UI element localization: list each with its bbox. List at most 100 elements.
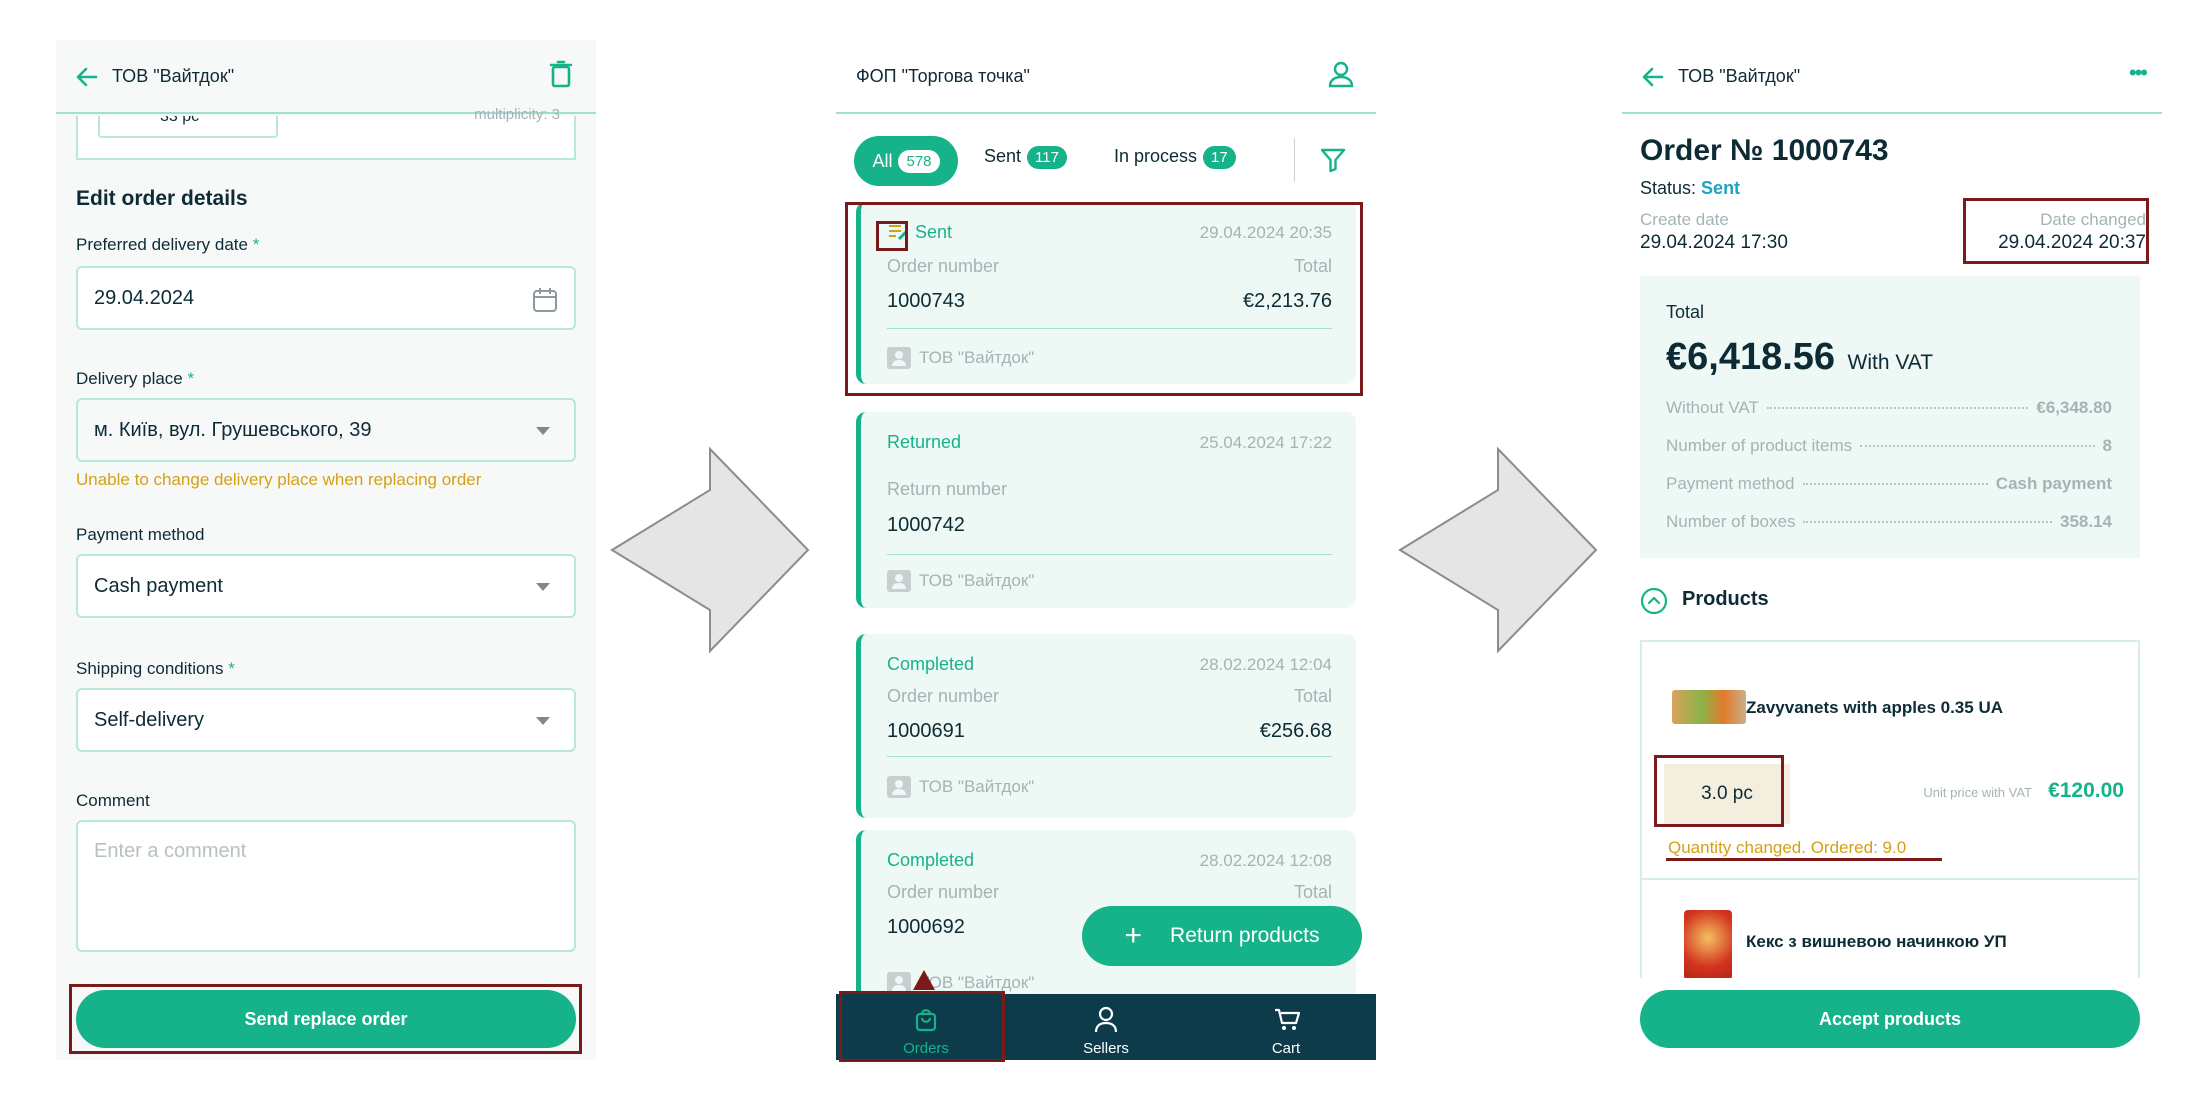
order-total-label: Total — [1293, 882, 1332, 902]
order-seller: ТОВ "Вайтдок" — [919, 571, 1035, 590]
calendar-icon[interactable] — [532, 287, 558, 313]
highlight-first-order — [845, 202, 1363, 396]
orders-header: ФОП "Торгова точка" — [836, 40, 1376, 114]
accept-products-button[interactable]: Accept products — [1640, 990, 2140, 1048]
comment-label: Comment — [76, 791, 150, 810]
filter-all-count: 578 — [898, 149, 940, 173]
flow-arrow-icon — [610, 446, 810, 654]
order-card[interactable]: Completed 28.02.2024 12:04 Order number … — [856, 634, 1356, 818]
required-mark: * — [252, 235, 260, 254]
comment-placeholder: Enter a comment — [94, 840, 247, 862]
highlight-pointer — [913, 970, 935, 990]
back-arrow-icon[interactable] — [1642, 66, 1664, 88]
order-date: 28.02.2024 12:04 — [1199, 655, 1332, 674]
filter-in-process-count: 17 — [1203, 146, 1236, 169]
unit-price: €120.00 — [2048, 779, 2124, 802]
more-icon[interactable]: ••• — [2129, 60, 2148, 86]
order-number: 1000692 — [887, 916, 965, 938]
create-date-value: 29.04.2024 17:30 — [1640, 232, 1788, 253]
filter-chip-sent[interactable]: Sent 117 — [984, 146, 1067, 169]
leader-dots — [1803, 521, 2052, 523]
total-amount-value: €6,418.56 — [1666, 336, 1836, 378]
summary-row: Without VAT €6,348.80 — [1666, 398, 2112, 418]
section-title: Edit order details — [76, 187, 248, 210]
order-number-label: Order number — [887, 882, 1000, 902]
summary-value: 8 — [2102, 436, 2112, 455]
payment-method-select[interactable]: Cash payment — [76, 554, 576, 618]
comment-textarea[interactable]: Enter a comment — [76, 820, 576, 952]
summary-row: Number of boxes 358.14 — [1666, 512, 2112, 532]
delivery-date-value: 29.04.2024 — [94, 286, 195, 309]
card-divider — [887, 554, 1332, 555]
summary-value: Cash payment — [1995, 474, 2112, 493]
filter-icon[interactable] — [1320, 147, 1346, 173]
payment-method-value: Cash payment — [94, 574, 223, 597]
product-item: Кекс з вишневою начинкою УП — [1640, 878, 2140, 980]
header-title: ФОП "Торгова точка" — [856, 66, 1030, 86]
summary-label: Payment method — [1666, 474, 1795, 493]
stepper-value: 33 pc — [160, 116, 200, 125]
delivery-place-value: м. Київ, вул. Грушевського, 39 — [94, 418, 372, 441]
card-divider — [887, 756, 1332, 757]
product-name: Zavyvanets with apples 0.35 UA — [1746, 698, 2003, 717]
person-icon — [1094, 1006, 1118, 1033]
seller-avatar-icon — [887, 570, 911, 592]
chevron-down-icon — [536, 427, 550, 435]
plus-icon: + — [1124, 919, 1143, 952]
total-panel: Total €6,418.56 With VAT Without VAT €6,3… — [1640, 276, 2140, 558]
unit-price-label: Unit price with VAT — [1923, 785, 2032, 800]
status-label: Status: — [1640, 178, 1697, 198]
seller-avatar-icon — [887, 776, 911, 798]
edit-order-header: ТОВ "Вайтдок" — [56, 40, 596, 114]
leader-dots — [1802, 483, 1988, 485]
flow-arrow-icon — [1398, 446, 1598, 654]
quantity-stepper[interactable]: 33 pc — [98, 116, 278, 138]
order-card[interactable]: Returned 25.04.2024 17:22 Return number … — [856, 412, 1356, 608]
delivery-place-label: Delivery place * — [76, 369, 194, 389]
order-number-label: Order number — [887, 686, 1000, 706]
trash-icon[interactable] — [550, 60, 572, 88]
filter-all-label: All — [872, 150, 893, 171]
return-products-button[interactable]: + Return products — [1082, 906, 1362, 966]
highlight-quantity — [1654, 755, 1784, 827]
cart-icon — [1275, 1008, 1300, 1030]
return-number-label: Return number — [887, 479, 1008, 499]
delivery-date-field[interactable]: 29.04.2024 — [76, 266, 576, 330]
filter-chip-all[interactable]: All 578 — [854, 136, 958, 186]
nav-cart-label: Cart — [1271, 1040, 1301, 1057]
order-details-header: ТОВ "Вайтдок" ••• — [1622, 40, 2162, 114]
summary-label: Number of boxes — [1666, 512, 1796, 531]
shipping-label-text: Shipping conditions — [76, 659, 224, 678]
delivery-date-label: Preferred delivery date * — [76, 235, 259, 255]
chevron-up-icon — [1640, 587, 1668, 615]
leader-dots — [1860, 445, 2095, 447]
leader-dots — [1766, 407, 2029, 409]
product-name: Кекс з вишневою начинкою УП — [1746, 932, 2007, 951]
order-date: 28.02.2024 12:08 — [1199, 851, 1332, 870]
filter-chip-in-process[interactable]: In process 17 — [1114, 146, 1236, 169]
highlight-date-changed — [1963, 198, 2149, 264]
order-status-line: Status: Sent — [1640, 178, 1740, 199]
shipping-select[interactable]: Self-delivery — [76, 688, 576, 752]
chevron-down-icon — [536, 583, 550, 591]
summary-label: Without VAT — [1666, 398, 1759, 417]
delivery-place-warning: Unable to change delivery place when rep… — [76, 470, 482, 489]
nav-item-sellers[interactable]: Sellers — [1056, 994, 1156, 1060]
nav-item-cart[interactable]: Cart — [1236, 994, 1336, 1060]
profile-icon[interactable] — [1328, 60, 1354, 88]
total-label: Total — [1666, 302, 1705, 322]
order-seller: ТОВ "Вайтдок" — [919, 777, 1035, 796]
payment-method-label: Payment method — [76, 525, 205, 544]
highlight-send-button — [69, 984, 582, 1054]
order-date: 25.04.2024 17:22 — [1199, 433, 1332, 452]
header-title: ТОВ "Вайтдок" — [1678, 66, 1801, 86]
nav-sellers-label: Sellers — [1083, 1040, 1129, 1057]
delivery-place-select[interactable]: м. Київ, вул. Грушевського, 39 — [76, 398, 576, 462]
summary-row: Payment method Cash payment — [1666, 474, 2112, 494]
filter-in-process-label: In process — [1114, 146, 1198, 166]
accept-products-label: Accept products — [1818, 1008, 1962, 1029]
filter-sent-label: Sent — [984, 146, 1022, 166]
products-toggle[interactable]: Products — [1640, 584, 1840, 618]
total-vat-suffix: With VAT — [1847, 351, 1934, 374]
back-arrow-icon[interactable] — [76, 66, 98, 88]
